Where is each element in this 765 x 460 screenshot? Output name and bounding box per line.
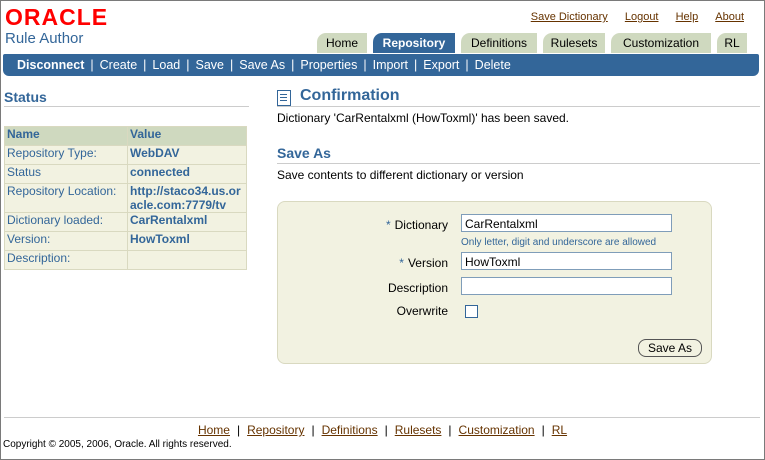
status-header-row: Name Value — [4, 126, 247, 146]
table-row: Status connected — [4, 164, 247, 184]
status-col-value: Value — [127, 126, 247, 146]
table-row: Description: — [4, 250, 247, 270]
save-as-heading: Save As — [277, 145, 331, 161]
version-field[interactable]: HowToxml — [461, 252, 672, 270]
logout-link[interactable]: Logout — [625, 11, 659, 23]
footer-repository-link[interactable]: Repository — [247, 423, 304, 437]
table-row: Dictionary loaded: CarRentalxml — [4, 212, 247, 232]
status-divider — [4, 106, 249, 107]
table-row: Version: HowToxml — [4, 231, 247, 251]
tab-rl[interactable]: RL — [717, 33, 747, 53]
status-value: CarRentalxml — [127, 212, 247, 232]
footer-divider — [4, 417, 760, 418]
delete-action[interactable]: Delete — [475, 58, 511, 72]
confirmation-icon — [277, 90, 291, 106]
confirmation-divider — [277, 106, 760, 107]
dictionary-field[interactable]: CarRentalxml — [461, 214, 672, 232]
status-value — [127, 250, 247, 270]
save-as-description: Save contents to different dictionary or… — [277, 168, 524, 182]
create-action[interactable]: Create — [100, 58, 138, 72]
tab-home[interactable]: Home — [317, 33, 367, 53]
dictionary-label: * Dictionary — [385, 218, 448, 232]
status-table: Name Value Repository Type: WebDAV Status… — [4, 126, 247, 270]
save-as-action[interactable]: Save As — [239, 58, 285, 72]
save-dictionary-link[interactable]: Save Dictionary — [531, 11, 608, 23]
status-value: HowToxml — [127, 231, 247, 251]
action-bar: Disconnect | Create | Load | Save | Save As | Prop… — [3, 54, 759, 76]
copyright: Copyright © 2005, 2006, Oracle. All righ… — [3, 439, 232, 450]
import-action[interactable]: Import — [373, 58, 408, 72]
disconnect-action[interactable]: Disconnect — [17, 58, 84, 72]
status-name: Repository Location: — [4, 183, 128, 213]
status-name: Dictionary loaded: — [4, 212, 128, 232]
oracle-logo: ORACLE — [5, 4, 109, 30]
save-action[interactable]: Save — [195, 58, 224, 72]
description-field[interactable] — [461, 277, 672, 295]
status-value: http://staco34.us.or acle.com:7779/tv — [127, 183, 247, 213]
confirmation-message: Dictionary 'CarRentalxml (HowToxml)' has… — [277, 111, 570, 125]
product-name: Rule Author — [5, 30, 84, 47]
about-link[interactable]: About — [715, 11, 744, 23]
status-heading: Status — [4, 89, 47, 105]
save-as-divider — [277, 163, 760, 164]
status-name: Status — [4, 164, 128, 184]
footer-definitions-link[interactable]: Definitions — [322, 423, 378, 437]
status-name: Repository Type: — [4, 145, 128, 165]
help-link[interactable]: Help — [676, 11, 699, 23]
footer-customization-link[interactable]: Customization — [459, 423, 535, 437]
confirmation-heading: Confirmation — [300, 87, 400, 104]
overwrite-label: Overwrite — [396, 304, 448, 318]
table-row: Repository Type: WebDAV — [4, 145, 247, 165]
tab-rulesets[interactable]: Rulesets — [543, 33, 605, 53]
save-as-form: * Dictionary CarRentalxml Only letter, di… — [277, 201, 712, 364]
properties-action[interactable]: Properties — [300, 58, 357, 72]
footer-rulesets-link[interactable]: Rulesets — [395, 423, 442, 437]
footer-links: Home | Repository | Definitions | Rulesets | Cus… — [197, 423, 568, 437]
required-mark: * — [385, 218, 391, 232]
dictionary-hint: Only letter, digit and underscore are al… — [461, 237, 657, 248]
export-action[interactable]: Export — [423, 58, 459, 72]
status-value: WebDAV — [127, 145, 247, 165]
global-links: Save Dictionary Logout Help About — [517, 11, 744, 23]
save-as-button[interactable]: Save As — [638, 339, 702, 357]
table-row: Repository Location: http://staco34.us.or… — [4, 183, 247, 213]
tab-repository[interactable]: Repository — [373, 33, 455, 53]
footer-home-link[interactable]: Home — [198, 423, 230, 437]
load-action[interactable]: Load — [152, 58, 180, 72]
status-value: connected — [127, 164, 247, 184]
status-name: Version: — [4, 231, 128, 251]
required-mark: * — [399, 256, 404, 270]
footer-rl-link[interactable]: RL — [552, 423, 567, 437]
description-label: Description — [387, 281, 448, 295]
status-col-name: Name — [4, 126, 128, 146]
overwrite-checkbox[interactable] — [465, 305, 478, 318]
tab-customization[interactable]: Customization — [611, 33, 711, 53]
version-label: * Version — [399, 256, 448, 270]
tab-definitions[interactable]: Definitions — [461, 33, 537, 53]
status-name: Description: — [4, 250, 128, 270]
